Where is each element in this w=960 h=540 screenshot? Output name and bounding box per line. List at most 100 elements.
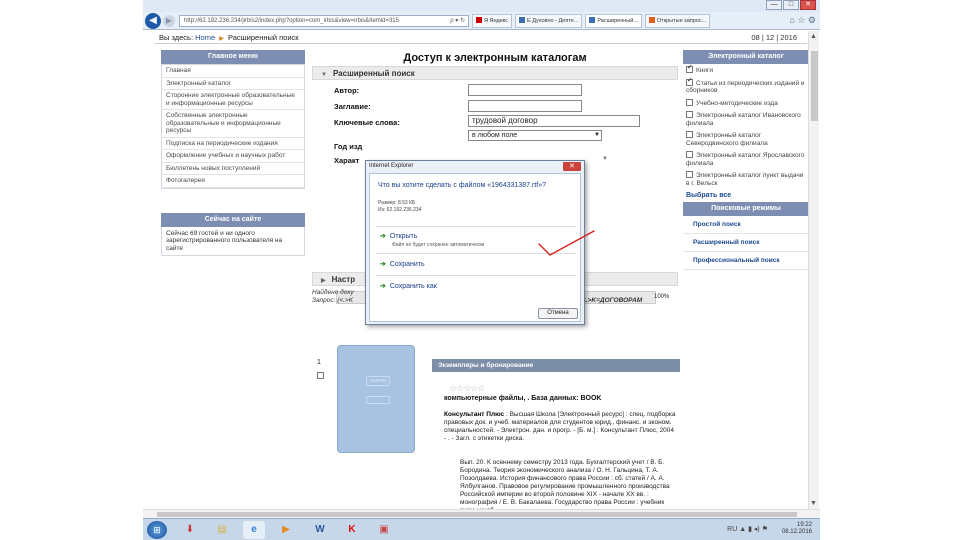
taskbar-app-explorer[interactable]: ▤ xyxy=(211,521,233,539)
left-column: Главное меню Главная Электронный каталог… xyxy=(161,50,305,256)
cancel-button[interactable]: Отмена xyxy=(538,308,578,319)
author-field[interactable] xyxy=(468,84,582,96)
menu-item-gallery[interactable]: Фотогалерея xyxy=(162,175,304,188)
checkbox[interactable] xyxy=(686,77,693,86)
browser-toolbar: ◀ ▶ http://62.192.236.234/jirbis2/index.… xyxy=(143,12,820,30)
catalog-option-velsk[interactable]: Электронный каталог пункт выдачи в г. Ве… xyxy=(683,169,809,189)
tab-advanced-search[interactable]: Расширенный... xyxy=(585,13,642,28)
select-all-link[interactable]: Выбрать все xyxy=(683,189,809,202)
taskbar-app-word[interactable]: W xyxy=(309,521,331,539)
window-titlebar: — □ ✕ xyxy=(143,0,820,12)
catalog-option-books[interactable]: Книги xyxy=(683,64,809,77)
advanced-search-link[interactable]: Расширенный поиск xyxy=(683,234,809,252)
title-field[interactable] xyxy=(468,100,582,112)
taskbar-app-other[interactable]: ▣ xyxy=(373,521,395,539)
taskbar-app-ie[interactable]: e xyxy=(243,521,265,539)
close-window-button[interactable]: ✕ xyxy=(800,0,816,10)
system-tray-icons[interactable]: ▲ ▮ ◂) ⚑ xyxy=(739,526,768,533)
menu-item-own-resources[interactable]: Собственные электронные образовательные … xyxy=(162,110,304,138)
save-option[interactable]: ➔ Сохранить xyxy=(380,260,425,268)
professional-search-link[interactable]: Профессиональный поиск xyxy=(683,252,809,270)
horizontal-scrollbar[interactable] xyxy=(143,509,820,518)
catalog-option-yaroslavl[interactable]: Электронный каталог Ярославского филиала xyxy=(683,149,809,169)
menu-item-external-resources[interactable]: Сторонние электронные образовательные и … xyxy=(162,90,304,110)
rating-stars-icon[interactable]: ☆☆☆☆☆ xyxy=(449,383,485,394)
simple-search-link[interactable]: Простой поиск xyxy=(683,216,809,234)
toolbar-icons[interactable]: ⌂ ☆ ⚙ xyxy=(789,15,816,26)
checkbox[interactable] xyxy=(317,372,324,379)
yandex-icon xyxy=(476,16,482,23)
query-right-text: <.>K=ДОГОВОРАМ xyxy=(582,297,643,304)
file-meta: Размер: 8.53 КБ Из: 62.192.236.234 xyxy=(378,200,421,214)
tab-label: Е Духовно - Деяте... xyxy=(527,17,579,24)
word-icon: W xyxy=(315,524,325,535)
select-value: в любом поле xyxy=(472,132,518,139)
checkbox[interactable] xyxy=(686,64,693,73)
menu-item-subscription[interactable]: Подписка на периодические издания xyxy=(162,138,304,150)
open-label: Открыть xyxy=(389,233,418,240)
expand-arrow-icon: ▶ xyxy=(321,278,326,284)
menu-item-catalog[interactable]: Электронный каталог xyxy=(162,78,304,90)
breadcrumb-prefix: Вы здесь: xyxy=(159,33,194,42)
vertical-scrollbar[interactable]: ▲ ▼ xyxy=(808,31,819,509)
tab-yandex[interactable]: Я Яндекс xyxy=(472,13,512,28)
checkbox[interactable] xyxy=(686,98,693,106)
address-text: http://62.192.236.234/jirbis2/index.php?… xyxy=(184,17,399,24)
book-description: Консультант Плюс : Высшая Школа [Электро… xyxy=(444,411,676,443)
menu-item-home[interactable]: Главная xyxy=(162,65,304,78)
breadcrumb-home-link[interactable]: Home xyxy=(195,33,215,42)
chevron-down-icon[interactable]: ▼ xyxy=(602,156,608,162)
field-select[interactable]: в любом поле ▼ xyxy=(468,130,602,141)
start-button[interactable]: ⊞ xyxy=(147,521,167,539)
year-label: Год изд xyxy=(334,142,363,151)
breadcrumb-current: Расширенный поиск xyxy=(227,33,299,42)
checkbox[interactable] xyxy=(686,171,693,178)
menu-item-works-formatting[interactable]: Оформление учебных и научных работ xyxy=(162,150,304,163)
advanced-search-header[interactable]: ▼ Расширенный поиск xyxy=(312,66,678,80)
catalog-option-ivanovo[interactable]: Электронный каталог Ивановского филиала xyxy=(683,109,809,129)
keywords-field[interactable]: трудовой договор xyxy=(468,115,640,127)
book-cover-image: сканер xyxy=(337,345,415,453)
app-icon: ▣ xyxy=(379,524,389,535)
address-actions[interactable]: ρ ▾ ↻ xyxy=(450,16,465,26)
scroll-up-icon[interactable]: ▲ xyxy=(810,33,817,40)
menu-item-bulletin[interactable]: Бюллетень новых поступлений xyxy=(162,163,304,175)
clock[interactable]: 19:22 08.12.2016 xyxy=(782,522,812,536)
book-author: Консультант Плюс xyxy=(444,411,505,418)
red-checkmark-annotation xyxy=(538,230,595,256)
book-title: компьютерные файлы, . База данных: BOOK xyxy=(444,395,602,402)
catalog-option-articles[interactable]: Статьи из периодических изданий и сборни… xyxy=(683,77,809,97)
taskbar-app-kaspersky[interactable]: K xyxy=(341,521,363,539)
book-contents: Вып. 20. К осеннему семестру 2013 года. … xyxy=(460,459,670,509)
right-column: Электронный каталог Книги Статьи из пери… xyxy=(683,50,809,270)
tab-duhovno[interactable]: Е Духовно - Деяте... xyxy=(515,13,583,28)
tab-open-requests[interactable]: Открытые запрос... xyxy=(644,13,711,28)
scroll-thumb[interactable] xyxy=(811,51,818,121)
main-menu: Главная Электронный каталог Сторонние эл… xyxy=(161,64,305,189)
scroll-thumb[interactable] xyxy=(157,512,797,517)
clock-time: 19:22 xyxy=(796,522,812,528)
back-button[interactable]: ◀ xyxy=(145,12,161,29)
checkbox[interactable] xyxy=(686,131,693,138)
taskbar-app-media[interactable]: ▶ xyxy=(275,521,297,539)
forward-button[interactable]: ▶ xyxy=(163,14,175,27)
page-icon xyxy=(589,16,596,23)
maximize-button[interactable]: □ xyxy=(783,0,799,10)
divider xyxy=(376,275,576,276)
option-label: Электронный каталог пункт выдачи в г. Ве… xyxy=(686,172,804,187)
save-as-option[interactable]: ➔ Сохранить как xyxy=(380,282,437,290)
checkbox[interactable] xyxy=(686,151,693,158)
checkbox[interactable] xyxy=(686,111,693,118)
tray-icons[interactable]: RU ▲ ▮ ◂) ⚑ xyxy=(727,525,768,533)
language-indicator[interactable]: RU xyxy=(727,526,737,533)
address-bar[interactable]: http://62.192.236.234/jirbis2/index.php?… xyxy=(179,14,469,27)
scroll-down-icon[interactable]: ▼ xyxy=(810,500,817,507)
taskbar-app-download[interactable]: ⬇ xyxy=(179,521,201,539)
catalog-option-methodical[interactable]: Учебно-методические изда xyxy=(683,97,809,110)
copies-reservation-bar[interactable]: Экземпляры и бронирование xyxy=(432,359,680,372)
minimize-button[interactable]: — xyxy=(766,0,782,10)
catalog-option-severodvinsk[interactable]: Электронный каталог Северодвинского фили… xyxy=(683,129,809,149)
open-option[interactable]: ➔ Открыть xyxy=(380,232,417,240)
dialog-close-button[interactable]: ✕ xyxy=(563,162,581,171)
result-checkbox[interactable] xyxy=(317,371,327,380)
